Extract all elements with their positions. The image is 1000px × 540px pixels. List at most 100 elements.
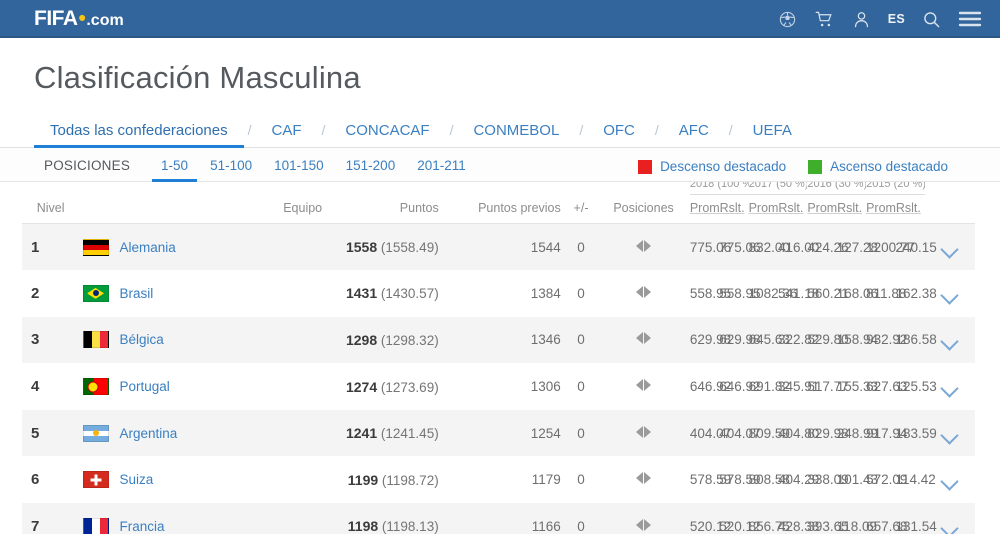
- cell-2015-prom: 657.68: [866, 518, 908, 534]
- col-header-2015-prom[interactable]: Prom.: [866, 194, 899, 224]
- chevron-down-icon[interactable]: [942, 429, 958, 438]
- cell-previous-points: 1166: [531, 518, 561, 534]
- col-header-2018-rslt[interactable]: Rslt.: [719, 194, 749, 224]
- cell-previous-points: 1179: [531, 472, 561, 488]
- logo-text: FIFA: [34, 7, 78, 30]
- range-tab-51-100[interactable]: 51-100: [199, 158, 263, 181]
- col-header-plus-minus[interactable]: +/-: [564, 194, 598, 224]
- cell-rank: 1: [31, 238, 40, 256]
- cell-positions: [597, 456, 690, 503]
- cell-plus-minus: 0: [577, 472, 585, 488]
- table-row[interactable]: 2 Brasil 1431 (1430.57) 1384 0 558.95 558.95 10…: [22, 270, 975, 317]
- conf-tab-caf[interactable]: CAF: [256, 123, 318, 147]
- team-link[interactable]: Francia: [120, 519, 165, 534]
- conf-tab-all[interactable]: Todas las confederaciones: [34, 123, 244, 148]
- range-tab-1-50[interactable]: 1-50: [150, 158, 199, 182]
- col-header-posiciones[interactable]: Posiciones: [597, 194, 690, 224]
- user-icon[interactable]: [852, 10, 871, 29]
- chevron-down-icon[interactable]: [942, 289, 958, 298]
- cell-plus-minus: 0: [577, 239, 585, 255]
- chevron-down-icon[interactable]: [942, 243, 958, 252]
- table-row[interactable]: 4 Portugal 1274 (1273.69) 1306 0 646.92 646.92…: [22, 363, 975, 410]
- cell-2016-rslt: 155.33: [836, 379, 878, 395]
- col-header-nivel[interactable]: Nivel: [22, 194, 65, 224]
- position-change-arrows-icon: [636, 332, 652, 345]
- chevron-down-icon[interactable]: [942, 522, 958, 531]
- year-spacer: [22, 182, 65, 195]
- cell-2015-prom: 1200.77: [866, 239, 915, 255]
- team-link[interactable]: Argentina: [120, 426, 178, 441]
- col-header-2017-prom[interactable]: Prom.: [748, 194, 782, 224]
- language-selector[interactable]: ES: [888, 12, 905, 26]
- cell-team: Bélgica: [65, 317, 323, 364]
- flag-icon: [82, 284, 109, 302]
- search-icon[interactable]: [922, 10, 941, 29]
- cell-team: Portugal: [65, 363, 323, 410]
- conf-tab-concacaf[interactable]: CONCACAF: [329, 123, 445, 147]
- table-row[interactable]: 6 Suiza 1199 (1198.72) 1179 0 578.59 578.59 808…: [22, 456, 975, 503]
- cell-2018-rslt: 775.06: [719, 239, 761, 255]
- position-change-arrows-icon: [636, 285, 652, 298]
- positions-label: POSICIONES: [44, 158, 131, 173]
- table-row[interactable]: 5 Argentina 1241 (1241.45) 1254 0 404.07 404.0…: [22, 409, 975, 457]
- cell-team: Argentina: [65, 410, 323, 457]
- col-header-2016-prom[interactable]: Prom.: [807, 194, 841, 224]
- cell-team: Suiza: [65, 456, 323, 503]
- col-header-puntos-previos[interactable]: Puntos previos: [444, 194, 565, 224]
- year-group-2016: 2016 (30 %): [807, 182, 867, 195]
- position-change-arrows-icon: [636, 518, 652, 531]
- hamburger-menu-icon[interactable]: [958, 10, 982, 28]
- cell-2015-prom: 811.88: [866, 285, 907, 301]
- cell-2017-rslt: 416.00: [777, 239, 820, 255]
- range-tab-151-200[interactable]: 151-200: [335, 158, 407, 181]
- team-link[interactable]: Alemania: [120, 240, 176, 255]
- cell-rank: 3: [31, 331, 40, 349]
- year-spacer: [565, 182, 598, 195]
- ranking-table-container[interactable]: 2018 (100 %) 2017 (50 %) 2016 (30 %) 201…: [22, 182, 975, 534]
- header-nav-icons: ES: [778, 10, 982, 29]
- range-tab-201-211[interactable]: 201-211: [406, 158, 477, 181]
- col-header-2016-rslt[interactable]: Rslt.: [836, 194, 867, 224]
- chevron-down-icon[interactable]: [942, 475, 958, 484]
- positions-bar: POSICIONES 1-50 51-100 101-150 151-200 2…: [0, 148, 1000, 182]
- conf-tab-afc[interactable]: AFC: [663, 123, 725, 147]
- team-link[interactable]: Suiza: [120, 472, 154, 487]
- cell-2016-prom: 424.26: [807, 239, 849, 255]
- fifa-logo[interactable]: FIFA • .com: [34, 7, 124, 31]
- cell-rank: 7: [31, 517, 40, 534]
- col-header-2015-rslt[interactable]: Rslt.: [895, 194, 925, 224]
- col-header-equipo[interactable]: Equipo: [64, 194, 323, 224]
- col-header-puntos[interactable]: Puntos: [322, 194, 445, 224]
- globe-ball-icon[interactable]: [778, 10, 797, 29]
- col-header-2018-prom[interactable]: Prom.: [689, 194, 723, 224]
- range-tab-101-150[interactable]: 101-150: [263, 158, 335, 181]
- chevron-down-icon[interactable]: [942, 382, 958, 391]
- table-row[interactable]: 1 Alemania 1558 (1558.49) 1544 0 775.06 775.06…: [22, 223, 975, 271]
- team-link[interactable]: Bélgica: [120, 332, 164, 347]
- cell-2018-rslt: 520.12: [719, 518, 761, 534]
- cell-points: 1298 (1298.32): [345, 331, 439, 348]
- cell-2016-rslt: 118.09: [836, 518, 877, 534]
- conf-separator: /: [579, 122, 584, 138]
- chevron-down-icon[interactable]: [942, 335, 958, 344]
- cell-plus-minus: 0: [577, 425, 585, 441]
- cell-2015-rslt: 125.53: [895, 379, 937, 395]
- conf-tab-uefa[interactable]: UEFA: [737, 123, 808, 147]
- year-spacer: [925, 182, 975, 195]
- shopping-cart-icon[interactable]: [814, 10, 835, 29]
- cell-team: Alemania: [65, 224, 323, 271]
- table-row[interactable]: 3 Bélgica 1298 (1298.32) 1346 0 629.98 629.98 6…: [22, 316, 975, 364]
- table-row[interactable]: 7 Francia 1198 (1198.13) 1166 0 520.12 520.12 8…: [22, 503, 975, 534]
- cell-2017-prom: 856.75: [748, 518, 790, 534]
- col-header-2017-rslt[interactable]: Rslt.: [777, 194, 808, 224]
- conf-tab-conmebol[interactable]: CONMEBOL: [457, 123, 575, 147]
- conf-tab-ofc[interactable]: OFC: [587, 123, 651, 147]
- team-link[interactable]: Brasil: [120, 286, 154, 301]
- cell-rank: 4: [31, 378, 40, 396]
- logo-dot-icon: •: [78, 7, 86, 30]
- cell-2017-prom: 645.63: [748, 332, 790, 348]
- cell-2016-rslt: 101.43: [836, 472, 878, 488]
- cell-2016-rslt: 158.94: [836, 332, 878, 348]
- team-link[interactable]: Portugal: [120, 379, 170, 394]
- cell-points: 1558 (1558.49): [345, 239, 439, 256]
